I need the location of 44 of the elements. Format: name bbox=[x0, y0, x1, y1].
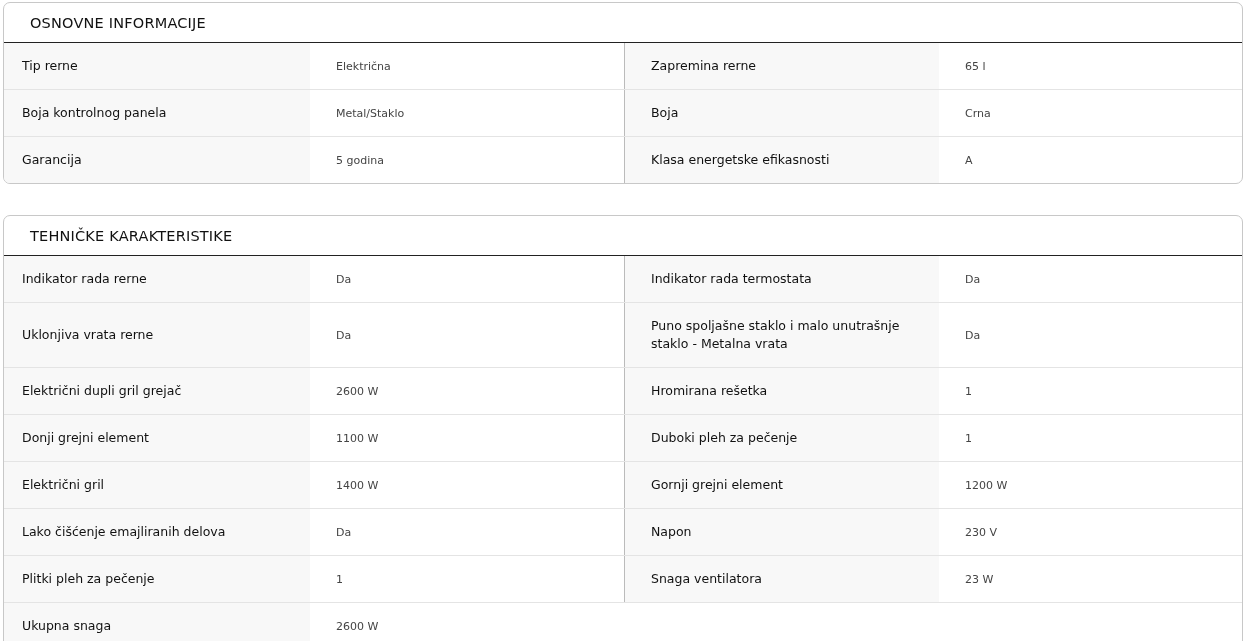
spec-value: 5 godina bbox=[336, 153, 384, 167]
spec-label: Hromirana rešetka bbox=[651, 382, 768, 400]
spec-value: 2600 W bbox=[336, 619, 379, 633]
spec-value: Da bbox=[965, 272, 981, 286]
spec-label: Tip rerne bbox=[22, 57, 78, 75]
spec-value: A bbox=[965, 153, 973, 167]
spec-label: Garancija bbox=[22, 151, 82, 169]
spec-value: 2600 W bbox=[336, 384, 379, 398]
spec-value: Da bbox=[336, 328, 352, 342]
section-title: OSNOVNE INFORMACIJE bbox=[30, 14, 206, 31]
spec-label: Gornji grejni element bbox=[651, 476, 783, 494]
spec-label: Indikator rada rerne bbox=[22, 270, 147, 288]
spec-value: Električna bbox=[336, 59, 391, 73]
spec-value: 230 V bbox=[965, 525, 998, 539]
spec-value: Da bbox=[336, 272, 352, 286]
spec-value: 1100 W bbox=[336, 431, 379, 445]
spec-label: Ukupna snaga bbox=[22, 617, 112, 635]
spec-label: Duboki pleh za pečenje bbox=[651, 429, 798, 447]
spec-label: Snaga ventilatora bbox=[651, 570, 762, 588]
spec-label: Napon bbox=[651, 523, 692, 541]
spec-label: Električni dupli gril grejač bbox=[22, 382, 182, 400]
spec-label: Uklonjiva vrata rerne bbox=[22, 326, 154, 344]
spec-label: Boja kontrolnog panela bbox=[22, 104, 167, 122]
spec-value: 1200 W bbox=[965, 478, 1008, 492]
spec-label: Električni gril bbox=[22, 476, 105, 494]
spec-value: Crna bbox=[965, 106, 991, 120]
spec-label: Boja bbox=[651, 104, 679, 122]
spec-label: Puno spoljašne staklo i malo unutrašnje staklo - Metalna vrata bbox=[651, 317, 901, 353]
spec-value: 23 W bbox=[965, 572, 994, 586]
spec-value: 1 bbox=[965, 384, 972, 398]
spec-label: Donji grejni element bbox=[22, 429, 149, 447]
spec-value: Metal/Staklo bbox=[336, 106, 405, 120]
spec-value: 1 bbox=[336, 572, 343, 586]
spec-value: 1400 W bbox=[336, 478, 379, 492]
spec-label: Lako čišćenje emajliranih delova bbox=[22, 523, 226, 541]
spec-label: Klasa energetske efikasnosti bbox=[651, 151, 830, 169]
spec-label: Plitki pleh za pečenje bbox=[22, 570, 155, 588]
spec-value: 1 bbox=[965, 431, 972, 445]
spec-value: 65 l bbox=[965, 59, 986, 73]
spec-label: Indikator rada termostata bbox=[651, 270, 812, 288]
spec-value: Da bbox=[336, 525, 352, 539]
spec-label: Zapremina rerne bbox=[651, 57, 756, 75]
spec-value: Da bbox=[965, 328, 981, 342]
section-title: TEHNIČKE KARAKTERISTIKE bbox=[30, 227, 233, 244]
